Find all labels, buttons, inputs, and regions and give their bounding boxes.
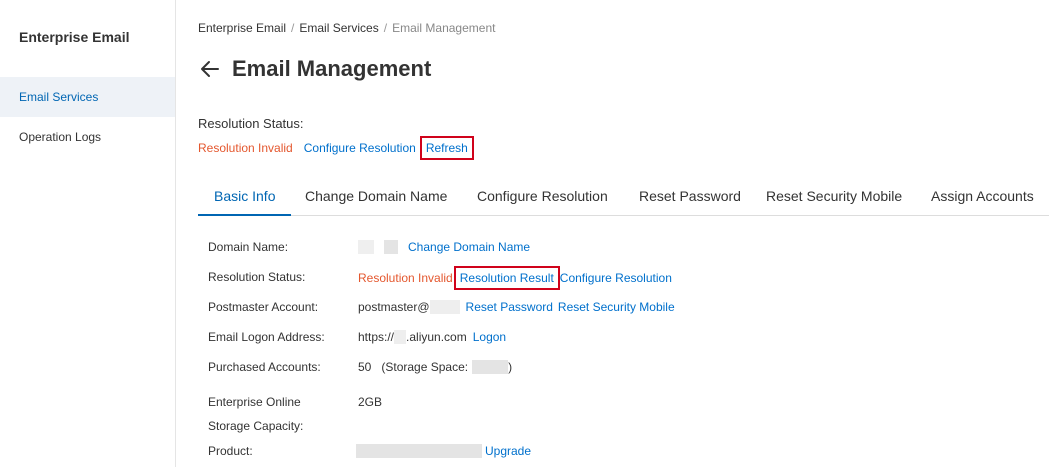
sidebar: Enterprise Email Email Services Operatio… — [0, 0, 176, 467]
redacted-mask — [429, 300, 460, 314]
reset-password-link[interactable]: Reset Password — [466, 300, 553, 314]
redacted-mask — [394, 330, 407, 344]
product-label: Product: — [208, 444, 253, 458]
sidebar-title: Enterprise Email — [19, 29, 130, 45]
resolution-result-link[interactable]: Resolution Result — [453, 266, 560, 290]
breadcrumb-email-management: Email Management — [392, 21, 496, 35]
domain-name-label: Domain Name: — [208, 240, 289, 254]
breadcrumb-separator: / — [383, 21, 388, 35]
change-domain-name-link[interactable]: Change Domain Name — [408, 240, 530, 254]
redacted-mask — [384, 240, 398, 254]
postmaster-value: postmaster@ Reset Password Reset Securit… — [358, 300, 675, 314]
tab-assign-accounts[interactable]: Assign Accounts — [931, 178, 1034, 216]
resolution-status-info-value: Resolution Invalid Resolution Result Con… — [358, 266, 672, 290]
storage-capacity-value: 2GB — [358, 395, 383, 409]
logon-url-prefix: https:// — [358, 330, 395, 344]
main-content: Enterprise Email / Email Services / Email Ma… — [177, 0, 1049, 467]
resolution-status-label: Resolution Status: — [198, 116, 304, 131]
sidebar-item-email-services[interactable]: Email Services — [0, 77, 175, 117]
domain-name-value: Change Domain Name — [358, 240, 530, 254]
breadcrumb-separator: / — [291, 21, 295, 35]
storage-capacity-label-line1: Enterprise Online — [208, 395, 301, 409]
breadcrumb-enterprise-email[interactable]: Enterprise Email — [198, 21, 286, 35]
purchased-accounts-count: 50 — [358, 360, 372, 374]
tab-basic-info[interactable]: Basic Info — [198, 178, 292, 216]
product-value: Upgrade — [356, 444, 531, 458]
page-title-row: Email Management — [198, 56, 431, 82]
sidebar-item-operation-logs[interactable]: Operation Logs — [0, 117, 175, 157]
purchased-accounts-value: 50 (Storage Space: ) — [358, 360, 512, 374]
tab-configure-resolution[interactable]: Configure Resolution — [477, 178, 608, 216]
tab-change-domain-name[interactable]: Change Domain Name — [305, 178, 447, 216]
configure-resolution-link[interactable]: Configure Resolution — [304, 141, 416, 155]
tab-bar: Basic Info Change Domain Name Configure … — [198, 178, 1049, 216]
breadcrumb-email-services[interactable]: Email Services — [299, 21, 378, 35]
storage-space-prefix: (Storage Space: — [381, 360, 469, 374]
reset-security-mobile-link[interactable]: Reset Security Mobile — [558, 300, 675, 314]
logon-address-label: Email Logon Address: — [208, 330, 325, 344]
redacted-mask — [356, 444, 482, 458]
storage-capacity-label: Enterprise Online Storage Capacity: — [208, 390, 303, 438]
configure-resolution-info-link[interactable]: Configure Resolution — [560, 271, 672, 285]
logon-url-suffix: .aliyun.com — [406, 330, 467, 344]
storage-space-suffix: ) — [508, 360, 513, 374]
redacted-mask — [472, 360, 509, 374]
storage-capacity-label-line2: Storage Capacity: — [208, 419, 304, 433]
tab-reset-security-mobile[interactable]: Reset Security Mobile — [766, 178, 902, 216]
resolution-status-value: Resolution Invalid — [198, 141, 293, 155]
tab-reset-password[interactable]: Reset Password — [639, 178, 741, 216]
arrow-left-icon[interactable] — [198, 57, 222, 81]
page-title: Email Management — [232, 56, 432, 81]
postmaster-label: Postmaster Account: — [208, 300, 319, 314]
resolution-status-info-label: Resolution Status: — [208, 270, 306, 284]
breadcrumb: Enterprise Email / Email Services / Email Ma… — [198, 21, 495, 35]
resolution-status-row: Resolution Invalid Configure Resolution … — [198, 136, 474, 160]
logon-address-value: https:// .aliyun.com Logon — [358, 330, 506, 344]
upgrade-link[interactable]: Upgrade — [485, 444, 531, 458]
redacted-mask — [358, 240, 374, 254]
refresh-link[interactable]: Refresh — [419, 136, 474, 160]
postmaster-text: postmaster@ — [358, 300, 430, 314]
resolution-invalid-text: Resolution Invalid — [358, 271, 453, 285]
logon-link[interactable]: Logon — [473, 330, 506, 344]
purchased-accounts-label: Purchased Accounts: — [208, 360, 321, 374]
